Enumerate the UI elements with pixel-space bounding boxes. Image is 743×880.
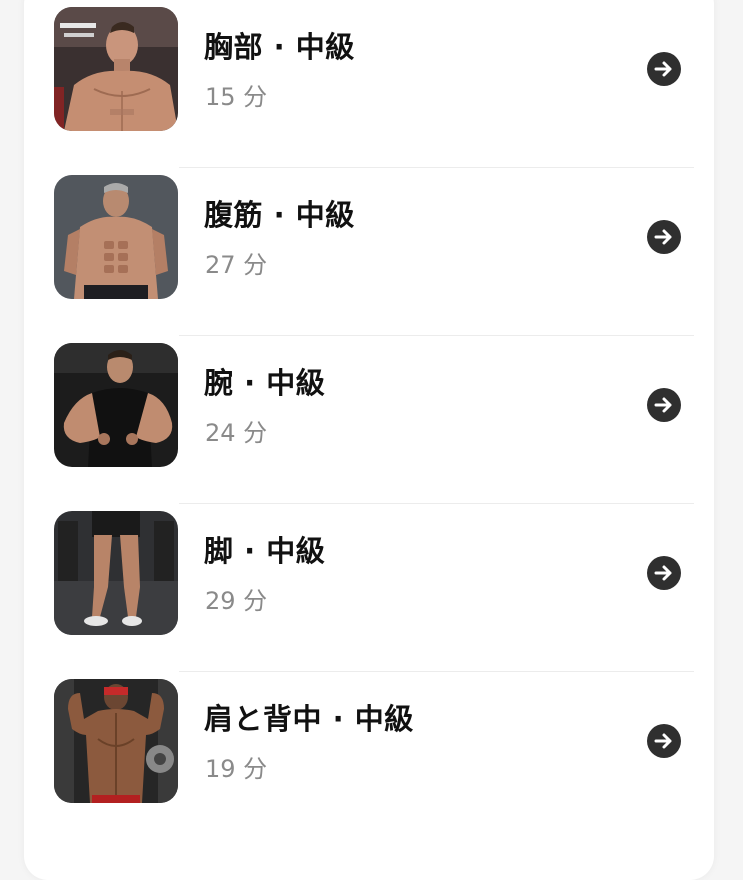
workout-duration: 29 分 [205,587,268,615]
workout-item-arms[interactable]: 腕 · 中級 24 分 [24,336,714,504]
workout-item-legs[interactable]: 脚 · 中級 29 分 [24,504,714,672]
workout-list-card: 胸部 · 中級 15 分 腹筋 · 中級 27 分 腕 · 中級 24 分 脚 … [24,0,714,880]
arrow-right-circle-icon[interactable] [647,724,681,758]
workout-list: 胸部 · 中級 15 分 腹筋 · 中級 27 分 腕 · 中級 24 分 脚 … [24,0,714,840]
abs-photo [54,175,178,299]
workout-thumbnail [54,343,178,467]
arrow-right-circle-icon[interactable] [647,556,681,590]
workout-thumbnail [54,679,178,803]
arrow-right-circle-icon[interactable] [647,220,681,254]
workout-thumbnail [54,511,178,635]
workout-duration: 27 分 [205,251,268,279]
workout-title: 腕 · 中級 [204,366,326,400]
workout-item-shoulders-back[interactable]: 肩と背中 · 中級 19 分 [24,672,714,840]
workout-thumbnail [54,175,178,299]
workout-duration: 15 分 [205,83,268,111]
workout-duration: 19 分 [205,755,268,783]
chest-photo [54,7,178,131]
arrow-right-circle-icon[interactable] [647,52,681,86]
workout-title: 脚 · 中級 [204,534,326,568]
workout-title: 肩と背中 · 中級 [204,702,414,736]
legs-photo [54,511,178,635]
workout-title: 腹筋 · 中級 [204,198,355,232]
arrow-right-circle-icon[interactable] [647,388,681,422]
shoulders-back-photo [54,679,178,803]
arms-photo [54,343,178,467]
workout-title: 胸部 · 中級 [204,30,355,64]
workout-item-chest[interactable]: 胸部 · 中級 15 分 [24,0,714,168]
workout-duration: 24 分 [205,419,268,447]
workout-item-abs[interactable]: 腹筋 · 中級 27 分 [24,168,714,336]
workout-thumbnail [54,7,178,131]
